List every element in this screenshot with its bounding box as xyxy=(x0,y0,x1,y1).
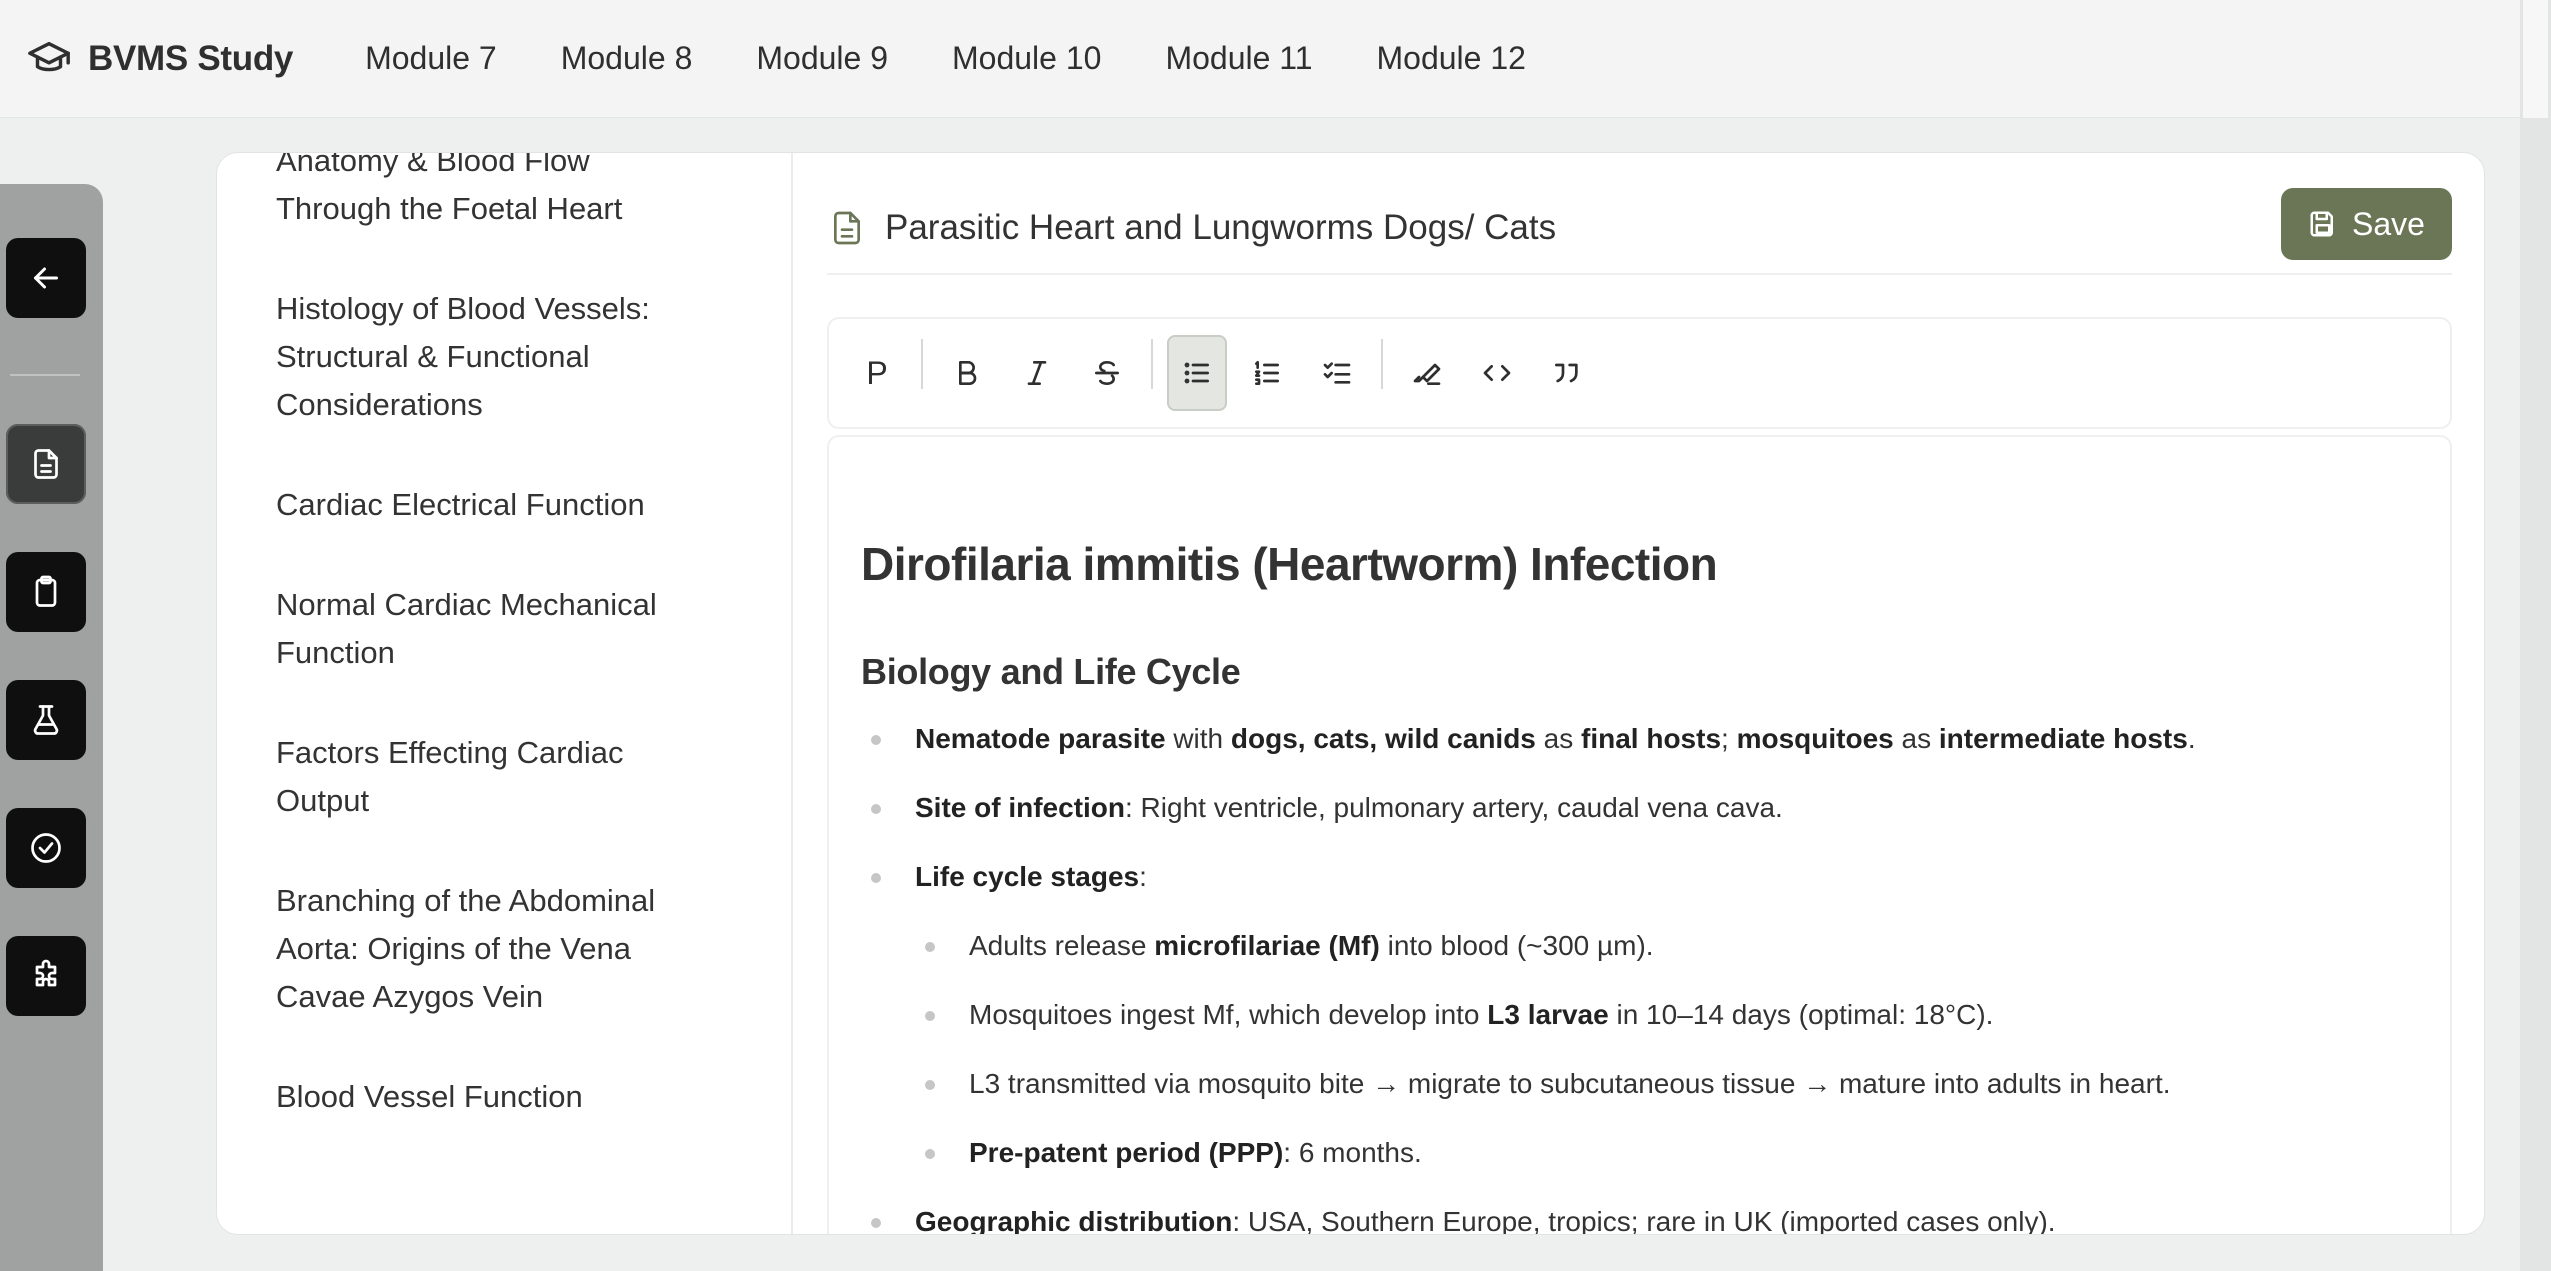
toolbar-divider xyxy=(1381,339,1383,389)
sidebar-item-foetal-heart[interactable]: Anatomy & Blood Flow Through the Foetal … xyxy=(276,153,696,233)
paragraph-label: P xyxy=(866,354,888,391)
italic-button[interactable] xyxy=(1007,335,1067,411)
strikethrough-button[interactable] xyxy=(1077,335,1137,411)
blockquote-button[interactable] xyxy=(1537,335,1597,411)
sidebar-item-cardiac-electrical[interactable]: Cardiac Electrical Function xyxy=(276,481,696,529)
top-navigation-bar: BVMS Study Module 7 Module 8 Module 9 Mo… xyxy=(0,0,2520,118)
bold-icon xyxy=(959,361,977,385)
editor-content: Dirofilaria immitis (Heartworm) Infectio… xyxy=(861,537,2418,1234)
document-icon xyxy=(34,449,58,479)
clipboard-icon xyxy=(35,575,57,607)
brand[interactable]: BVMS Study xyxy=(26,36,293,82)
main-card: Anatomy & Blood Flow Through the Foetal … xyxy=(216,152,2485,1235)
rich-text-editor[interactable]: Dirofilaria immitis (Heartworm) Infectio… xyxy=(827,435,2452,1234)
heading-1: Dirofilaria immitis (Heartworm) Infectio… xyxy=(861,538,1718,590)
module-nav: Module 7 Module 8 Module 9 Module 10 Mod… xyxy=(365,40,1590,77)
app-title: BVMS Study xyxy=(88,38,294,78)
rail-divider xyxy=(10,374,80,376)
list-item: Mosquitoes ingest Mf, which develop into… xyxy=(915,995,2418,1035)
heading-2: Biology and Life Cycle xyxy=(861,651,1241,692)
paragraph-button[interactable]: P xyxy=(847,335,907,411)
highlighter-icon xyxy=(1413,363,1441,385)
flask-icon xyxy=(33,705,59,735)
list-item: Pre-patent period (PPP): 6 months. xyxy=(915,1133,2418,1173)
document-header: Parasitic Heart and Lungworms Dogs/ Cats… xyxy=(827,183,2452,275)
scrollbar-thumb[interactable] xyxy=(2523,0,2548,118)
ordered-list-icon xyxy=(1255,361,1279,385)
nav-module-8[interactable]: Module 8 xyxy=(561,40,693,77)
nav-module-11[interactable]: Module 11 xyxy=(1165,40,1312,77)
flask-button[interactable] xyxy=(6,680,86,760)
highlight-button[interactable] xyxy=(1397,335,1457,411)
page-scrollbar[interactable] xyxy=(2520,0,2551,1271)
graduation-cap-icon xyxy=(28,41,70,71)
list-item: L3 transmitted via mosquito bite → migra… xyxy=(915,1064,2418,1104)
strikethrough-icon xyxy=(1095,361,1119,385)
nav-module-9[interactable]: Module 9 xyxy=(756,40,888,77)
toolbar-divider xyxy=(921,339,923,389)
quiz-button[interactable] xyxy=(6,808,86,888)
code-icon xyxy=(1483,365,1511,381)
notes-button[interactable] xyxy=(6,424,86,504)
italic-icon xyxy=(1027,361,1047,385)
topic-list: Anatomy & Blood Flow Through the Foetal … xyxy=(276,153,696,1173)
bullet-list: Nematode parasite with dogs, cats, wild … xyxy=(861,719,2418,1234)
save-icon xyxy=(2310,211,2334,237)
document-icon xyxy=(834,211,860,245)
puzzle-icon xyxy=(35,959,57,987)
list-item: Life cycle stages: Adults release microf… xyxy=(861,857,2418,1173)
formatting-toolbar: P xyxy=(827,317,2452,429)
save-button[interactable]: Save xyxy=(2281,188,2452,260)
code-button[interactable] xyxy=(1467,335,1527,411)
sidebar-item-blood-vessel-function[interactable]: Blood Vessel Function xyxy=(276,1073,696,1121)
nav-module-7[interactable]: Module 7 xyxy=(365,40,497,77)
puzzle-button[interactable] xyxy=(6,936,86,1016)
topic-sidebar: Anatomy & Blood Flow Through the Foetal … xyxy=(217,153,793,1234)
task-list-button[interactable] xyxy=(1307,335,1367,411)
sidebar-item-abdominal-aorta[interactable]: Branching of the Abdominal Aorta: Origin… xyxy=(276,877,696,1021)
save-label: Save xyxy=(2352,205,2425,242)
list-item: Adults release microfilariae (Mf) into b… xyxy=(915,926,2418,966)
list-item: Geographic distribution: USA, Southern E… xyxy=(861,1202,2418,1234)
nav-module-10[interactable]: Module 10 xyxy=(952,40,1101,77)
clipboard-button[interactable] xyxy=(6,552,86,632)
toolbar-divider xyxy=(1151,339,1153,389)
sidebar-item-cardiac-mechanical[interactable]: Normal Cardiac Mechanical Function xyxy=(276,581,696,677)
editor-pane: Parasitic Heart and Lungworms Dogs/ Cats… xyxy=(795,153,2484,1234)
nested-bullet-list: Adults release microfilariae (Mf) into b… xyxy=(915,926,2418,1173)
quote-icon xyxy=(1555,363,1578,383)
list-item: Nematode parasite with dogs, cats, wild … xyxy=(861,719,2418,759)
arrow-left-icon xyxy=(34,267,58,289)
list-item: Site of infection: Right ventricle, pulm… xyxy=(861,788,2418,828)
sidebar-item-histology-blood-vessels[interactable]: Histology of Blood Vessels: Structural &… xyxy=(276,285,696,429)
nav-module-12[interactable]: Module 12 xyxy=(1377,40,1526,77)
bold-button[interactable] xyxy=(937,335,997,411)
bullet-list-icon xyxy=(1184,362,1209,384)
ordered-list-button[interactable] xyxy=(1237,335,1297,411)
task-list-icon xyxy=(1323,362,1351,384)
document-title: Parasitic Heart and Lungworms Dogs/ Cats xyxy=(885,208,1557,247)
sidebar-item-cardiac-output[interactable]: Factors Effecting Cardiac Output xyxy=(276,729,696,825)
bullet-list-button[interactable] xyxy=(1167,335,1227,411)
back-button[interactable] xyxy=(6,238,86,318)
check-circle-icon xyxy=(31,833,61,863)
tool-rail xyxy=(0,184,103,1271)
